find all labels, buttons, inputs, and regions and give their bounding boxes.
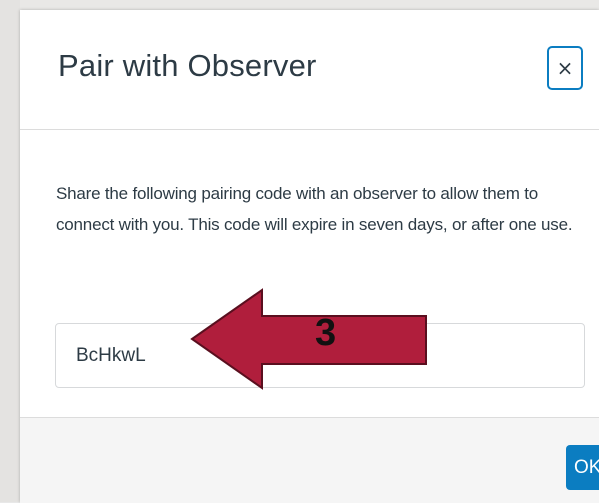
annotation-step-number: 3: [315, 312, 337, 354]
close-icon: ×: [556, 56, 574, 80]
dialog-title: Pair with Observer: [58, 48, 317, 83]
pair-with-observer-dialog: Pair with Observer × Share the following…: [20, 10, 599, 503]
page-background-strip: [0, 0, 20, 502]
dialog-footer: OK: [20, 417, 599, 503]
dialog-header: Pair with Observer ×: [20, 10, 599, 130]
ok-button[interactable]: OK: [566, 445, 599, 490]
close-button[interactable]: ×: [547, 46, 583, 90]
annotation-arrow-icon: [190, 288, 427, 390]
pairing-description: Share the following pairing code with an…: [56, 184, 573, 234]
annotation-arrow-shape: [190, 288, 427, 390]
